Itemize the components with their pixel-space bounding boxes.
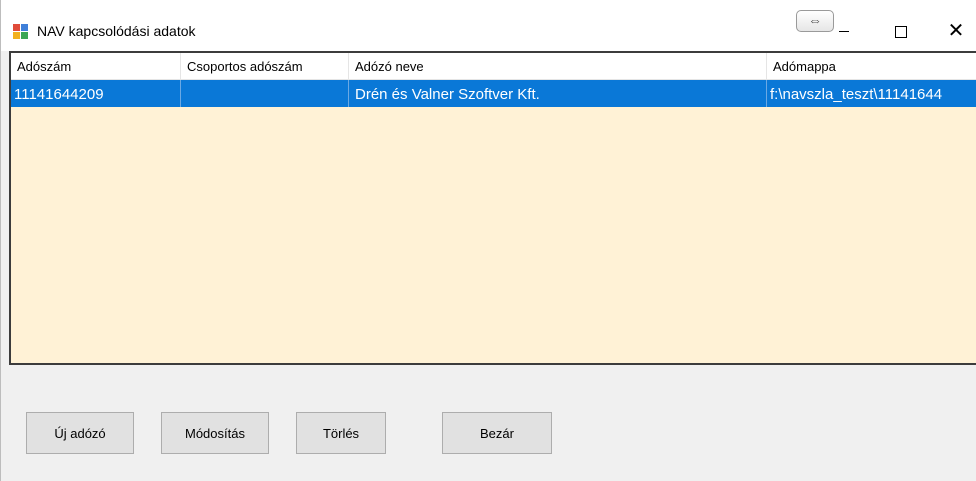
table-row[interactable]: 11141644209 Drén és Valner Szoftver Kft.… (11, 80, 976, 107)
maximize-icon (895, 26, 907, 38)
column-header-adoszam[interactable]: Adószám (11, 53, 181, 79)
taxpayer-list[interactable]: Adószám Csoportos adószám Adózó neve Adó… (9, 51, 976, 365)
cell-adomappa: f:\navszla_teszt\11141644 (770, 86, 943, 103)
list-header: Adószám Csoportos adószám Adózó neve Adó… (11, 53, 976, 80)
window-title: NAV kapcsolódási adatok (37, 23, 196, 39)
maximize-button[interactable] (878, 16, 924, 46)
cell-csoportos-adoszam (181, 80, 349, 107)
title-bar[interactable]: NAV kapcsolódási adatok ⇔ ✕ (1, 0, 976, 51)
cell-adoszam: 11141644209 (11, 80, 181, 107)
column-header-csoportos-adoszam[interactable]: Csoportos adószám (181, 53, 349, 79)
app-icon (13, 24, 28, 39)
column-header-adomappa[interactable]: Adómappa (767, 53, 976, 79)
edit-button[interactable]: Módosítás (161, 412, 269, 454)
delete-button[interactable]: Törlés (296, 412, 386, 454)
column-header-adozo-neve[interactable]: Adózó neve (349, 53, 767, 79)
cell-adozo-neve: Drén és Valner Szoftver Kft. (349, 80, 767, 107)
minimize-button[interactable] (821, 16, 867, 46)
nav-connection-window: NAV kapcsolódási adatok ⇔ ✕ Adószám Csop… (0, 0, 976, 481)
close-button[interactable]: Bezár (442, 412, 552, 454)
close-window-button[interactable]: ✕ (933, 16, 976, 46)
minimize-icon (839, 31, 849, 32)
close-icon: ✕ (947, 20, 965, 42)
new-taxpayer-button[interactable]: Új adózó (26, 412, 134, 454)
